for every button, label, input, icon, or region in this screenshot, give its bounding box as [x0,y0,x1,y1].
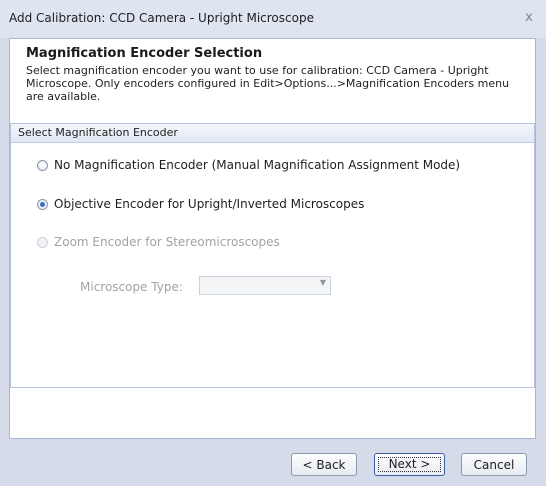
radio-label: Zoom Encoder for Stereomicroscopes [54,235,280,249]
radio-checked-icon[interactable] [37,198,48,210]
page-heading: Magnification Encoder Selection [26,46,263,61]
page-description: Select magnification encoder you want to… [26,64,510,103]
add-calibration-dialog: Add Calibration: CCD Camera - Upright Mi… [0,0,546,486]
page-header: Magnification Encoder Selection Select m… [26,45,526,103]
close-icon[interactable]: x [520,8,538,28]
radio-zoom-encoder: Zoom Encoder for Stereomicroscopes [37,234,280,250]
window-title: Add Calibration: CCD Camera - Upright Mi… [9,11,314,25]
microscope-type-label: Microscope Type: [80,280,183,294]
radio-label: No Magnification Encoder (Manual Magnifi… [54,158,461,172]
radio-icon [37,236,48,248]
wizard-page: Magnification Encoder Selection Select m… [9,38,536,439]
radio-objective-encoder[interactable]: Objective Encoder for Upright/Inverted M… [37,196,364,212]
cancel-button[interactable]: Cancel [461,453,527,476]
radio-icon[interactable] [37,159,48,171]
back-button[interactable]: < Back [291,453,357,476]
radio-no-encoder[interactable]: No Magnification Encoder (Manual Magnifi… [37,157,460,173]
microscope-type-select: ▼ [199,276,331,295]
group-title: Select Magnification Encoder [11,124,534,143]
next-button[interactable]: Next > [374,453,445,476]
focus-rectangle [378,457,441,472]
title-bar[interactable]: Add Calibration: CCD Camera - Upright Mi… [0,0,546,38]
chevron-down-icon: ▼ [319,278,326,287]
radio-label: Objective Encoder for Upright/Inverted M… [54,197,365,211]
